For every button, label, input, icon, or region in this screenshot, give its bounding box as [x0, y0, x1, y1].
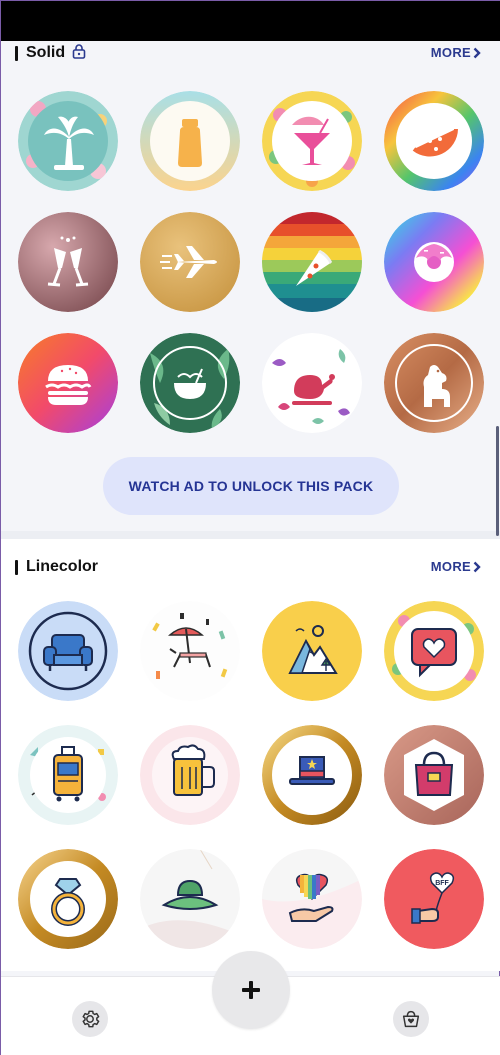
rainbow-heart-hand-icon[interactable]	[262, 849, 362, 949]
section-title-solid: Solid	[26, 44, 66, 61]
settings-button[interactable]	[72, 1001, 108, 1037]
bff-balloon-icon[interactable]: BFF	[384, 849, 484, 949]
heart-message-icon[interactable]	[384, 601, 484, 701]
add-button[interactable]	[212, 951, 290, 1029]
more-link-linecolor[interactable]: MORE	[431, 559, 481, 574]
sun-hat-icon[interactable]	[140, 849, 240, 949]
section-title-linecolor: Linecolor	[26, 558, 99, 575]
beer-mug-icon[interactable]	[140, 725, 240, 825]
suitcase-icon[interactable]	[18, 725, 118, 825]
section-marker	[15, 45, 18, 61]
shop-button[interactable]	[393, 1001, 429, 1037]
gear-icon	[82, 1010, 100, 1028]
airplane-icon[interactable]	[140, 212, 240, 312]
linecolor-section-header: Linecolor	[15, 557, 98, 577]
status-bar	[1, 1, 500, 41]
dog-icon[interactable]	[384, 333, 484, 433]
chevron-right-icon	[473, 561, 481, 572]
solid-section: Solid MORE WATCH AD TO UNLOCK THIS PACK	[1, 41, 500, 531]
burger-icon[interactable]	[18, 333, 118, 433]
bff-badge-text: BFF	[435, 880, 449, 887]
lock-icon	[72, 43, 86, 64]
more-link-solid[interactable]: MORE	[431, 45, 481, 60]
section-divider	[1, 531, 500, 539]
cart-icon	[402, 1010, 420, 1028]
more-label: MORE	[430, 559, 471, 574]
mountains-icon[interactable]	[262, 601, 362, 701]
watermelon-icon[interactable]	[384, 91, 484, 191]
roast-chicken-icon[interactable]	[262, 333, 362, 433]
champagne-glasses-icon[interactable]	[18, 212, 118, 312]
hat-icon[interactable]	[262, 725, 362, 825]
handbag-icon[interactable]	[384, 725, 484, 825]
scroll-indicator[interactable]	[496, 426, 499, 536]
beach-chair-icon[interactable]	[140, 601, 240, 701]
chevron-right-icon	[473, 47, 481, 58]
solid-section-header: Solid	[15, 43, 86, 63]
diamond-ring-icon[interactable]	[18, 849, 118, 949]
milk-bottle-icon[interactable]	[140, 91, 240, 191]
armchair-icon[interactable]	[18, 601, 118, 701]
linecolor-section: Linecolor MORE BFF	[1, 539, 500, 971]
watch-ad-unlock-button[interactable]: WATCH AD TO UNLOCK THIS PACK	[103, 457, 399, 515]
plus-icon	[242, 981, 260, 999]
more-label: MORE	[430, 45, 471, 60]
cocktail-icon[interactable]	[262, 91, 362, 191]
pizza-slice-icon[interactable]	[262, 212, 362, 312]
section-marker	[15, 559, 18, 575]
donut-icon[interactable]	[384, 212, 484, 312]
coconut-drink-icon[interactable]	[140, 333, 240, 433]
palm-tree-icon[interactable]	[18, 91, 118, 191]
